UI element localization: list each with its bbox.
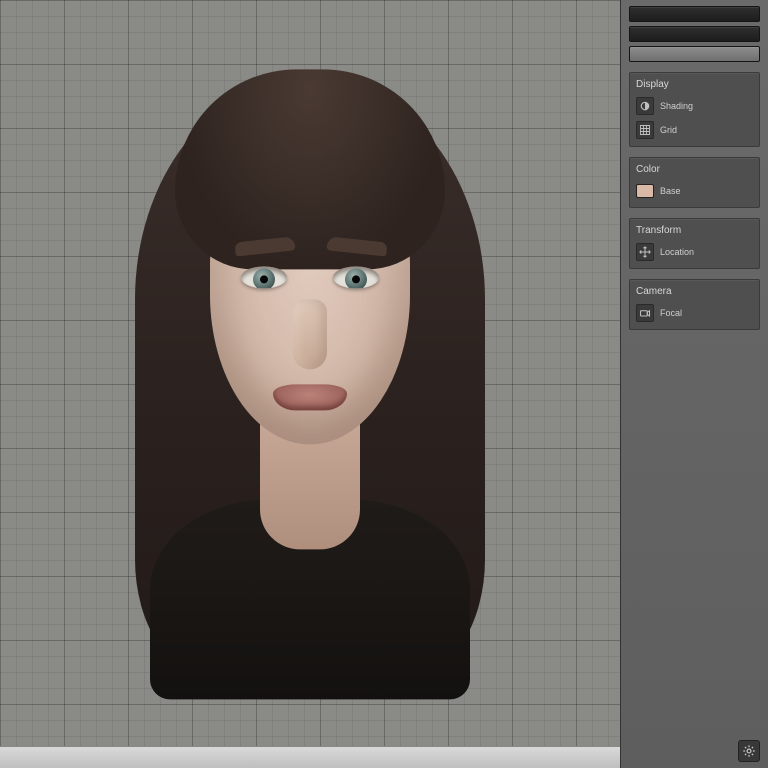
model-eye-left <box>241 266 287 288</box>
panel-camera: Camera Focal <box>629 279 760 330</box>
model-iris-left <box>253 268 275 288</box>
model-pupil-left <box>260 275 268 283</box>
toolbar-slot-1[interactable] <box>629 6 760 22</box>
toolbar-stack <box>629 6 760 62</box>
model-lips <box>273 384 347 410</box>
settings-button[interactable] <box>738 740 760 762</box>
focal-label: Focal <box>660 308 753 318</box>
move-icon[interactable] <box>636 243 654 261</box>
panel-transform-title: Transform <box>636 225 753 236</box>
viewport-3d[interactable] <box>0 0 620 768</box>
model-head[interactable] <box>95 69 525 709</box>
base-color-swatch[interactable] <box>636 184 654 198</box>
gear-icon <box>742 744 756 758</box>
base-color-label: Base <box>660 186 753 196</box>
model-nose <box>293 299 327 369</box>
panel-color: Color Base <box>629 157 760 208</box>
side-panel: Display Shading Grid Color Base <box>620 0 768 768</box>
panel-display-title: Display <box>636 79 753 90</box>
grid-icon[interactable] <box>636 121 654 139</box>
panel-display: Display Shading Grid <box>629 72 760 147</box>
shading-label: Shading <box>660 101 753 111</box>
shading-icon[interactable] <box>636 97 654 115</box>
grid-label: Grid <box>660 125 753 135</box>
camera-icon[interactable] <box>636 304 654 322</box>
model-pupil-right <box>352 275 360 283</box>
viewport-status-bar <box>0 746 620 768</box>
toolbar-slot-2[interactable] <box>629 26 760 42</box>
model-hair-top <box>175 69 445 269</box>
model-iris-right <box>345 268 367 288</box>
panel-camera-title: Camera <box>636 286 753 297</box>
location-label: Location <box>660 247 753 257</box>
panel-color-title: Color <box>636 164 753 175</box>
panel-transform: Transform Location <box>629 218 760 269</box>
model-eye-right <box>333 266 379 288</box>
toolbar-slot-3[interactable] <box>629 46 760 62</box>
